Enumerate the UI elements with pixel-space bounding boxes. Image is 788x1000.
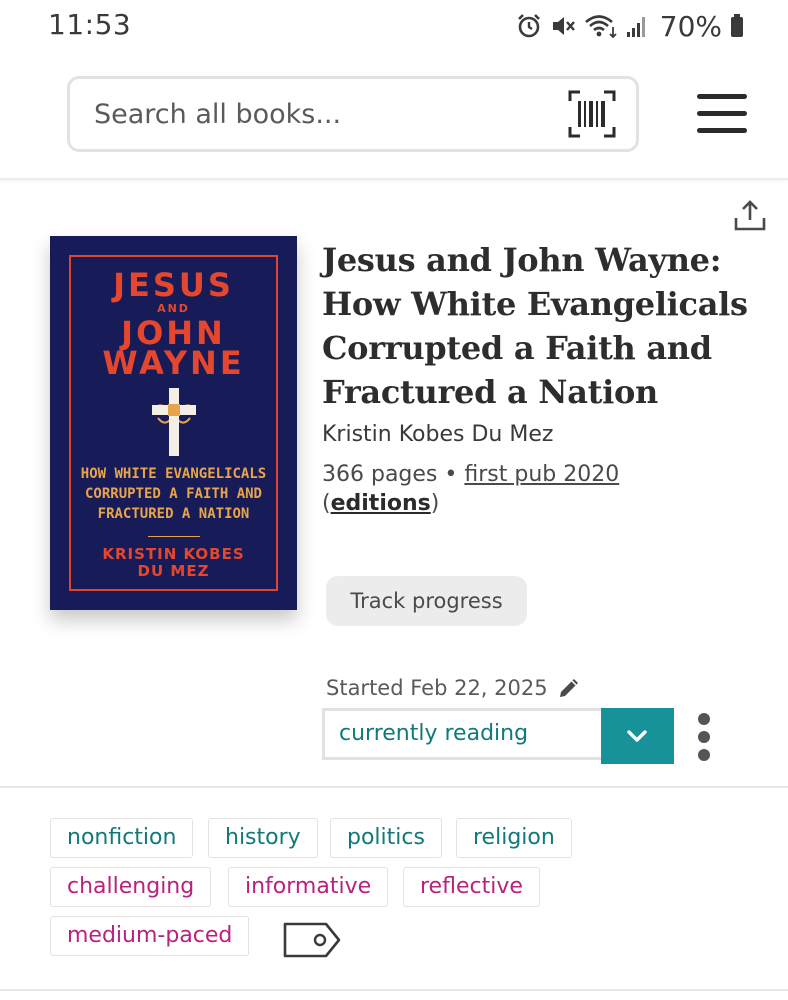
cover-title-line3: WAYNE <box>102 344 245 382</box>
started-date: Started Feb 22, 2025 <box>326 675 582 701</box>
cover-subtitle-line1: HOW WHITE EVANGELICALS <box>80 466 267 482</box>
book-cover[interactable]: JESUS AND JOHN WAYNE HOW WHITE EVANGELIC… <box>50 236 297 610</box>
section-divider <box>0 786 788 788</box>
more-options-icon[interactable] <box>694 712 714 764</box>
bottom-divider <box>0 989 788 991</box>
tag-genre[interactable]: history <box>208 818 318 858</box>
reading-status-select[interactable]: currently reading <box>322 708 602 760</box>
pencil-edit-icon[interactable] <box>556 675 582 701</box>
book-meta: 366 pages • first pub 2020 (editions) <box>322 460 642 518</box>
tag-icon[interactable] <box>282 920 342 960</box>
editions-close-paren: ) <box>430 491 440 516</box>
status-bar: 11:53 70% <box>0 0 788 52</box>
editions-open-paren: ( <box>322 491 331 516</box>
chevron-down-icon <box>627 730 647 742</box>
track-progress-button[interactable]: Track progress <box>326 576 527 626</box>
tag-pace[interactable]: medium-paced <box>50 916 250 956</box>
tag-mood[interactable]: informative <box>228 867 389 907</box>
status-icons: 70% <box>516 9 744 43</box>
editions-link[interactable]: editions <box>331 491 431 516</box>
cover-author-line1: KRISTIN KOBES <box>102 545 245 563</box>
book-author-link[interactable]: Kristin Kobes Du Mez <box>322 422 553 447</box>
app-header <box>0 52 788 180</box>
search-input[interactable] <box>94 79 534 149</box>
first-pub-link[interactable]: first pub 2020 <box>464 462 619 487</box>
battery-icon <box>730 13 744 39</box>
cover-author-line2: DU MEZ <box>137 562 210 580</box>
cover-title-line1: JESUS <box>113 266 234 304</box>
tag-mood[interactable]: challenging <box>50 867 212 907</box>
barcode-scanner-icon[interactable] <box>568 89 616 139</box>
page-count: 366 pages <box>322 462 438 487</box>
search-box[interactable] <box>67 76 639 152</box>
tag-mood[interactable]: reflective <box>403 867 540 907</box>
wifi-icon <box>584 13 618 39</box>
signal-icon <box>626 14 648 38</box>
cover-subtitle-line2: CORRUPTED A FAITH AND <box>84 486 262 502</box>
started-date-label: Started Feb 22, 2025 <box>326 676 548 700</box>
alarm-icon <box>516 13 542 39</box>
tag-genre[interactable]: religion <box>456 818 572 858</box>
book-title: Jesus and John Wayne: How White Evangeli… <box>322 241 748 411</box>
hamburger-menu-icon[interactable] <box>696 92 748 136</box>
cross-icon <box>148 386 200 462</box>
reading-status-dropdown-button[interactable] <box>601 708 674 764</box>
tag-genre[interactable]: nonfiction <box>50 818 194 858</box>
meta-separator: • <box>444 462 458 487</box>
mute-icon <box>550 13 576 39</box>
status-time: 11:53 <box>48 8 132 41</box>
cover-rule <box>148 536 200 537</box>
battery-percentage: 70% <box>659 9 722 43</box>
tag-genre[interactable]: politics <box>330 818 442 858</box>
share-icon[interactable] <box>732 198 768 234</box>
cover-subtitle-line3: FRACTURED A NATION <box>97 506 250 522</box>
